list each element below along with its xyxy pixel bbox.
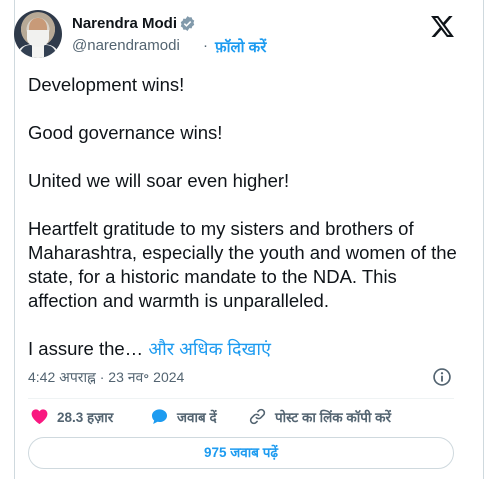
author-name[interactable]: Narendra Modi (72, 15, 177, 32)
reply-label: जवाब दें (177, 409, 217, 425)
tweet-actions: 28.3 हज़ार जवाब दें पोस्ट का लिंक कॉपी क… (28, 407, 458, 429)
tweet-text: Development wins! Good governance wins! … (28, 73, 468, 361)
read-replies-button[interactable]: 975 जवाब पढ़ें (28, 437, 454, 469)
tweet-paragraph: Heartfelt gratitude to my sisters and br… (28, 218, 457, 311)
divider (28, 398, 454, 399)
tweet-paragraph: Development wins! (28, 74, 185, 95)
tweet-paragraph: United we will soar even higher! (28, 170, 290, 191)
show-more-link[interactable]: और अधिक दिखाएं (148, 339, 271, 359)
author-handle[interactable]: @narendramodi (72, 37, 180, 54)
like-button[interactable]: 28.3 हज़ार (30, 407, 113, 426)
author-avatar[interactable] (14, 10, 62, 58)
tweet-header: Narendra Modi @narendramodi · फ़ॉलो करें (14, 10, 454, 60)
tweet-timestamp[interactable]: 4:42 अपराह्न · 23 नव॰ 2024 (28, 368, 184, 387)
tweet-paragraph: Good governance wins! (28, 122, 223, 143)
verified-badge-icon (180, 16, 195, 31)
heart-icon (31, 409, 48, 425)
tweet-paragraph-truncated: I assure the… और अधिक दिखाएं (28, 337, 468, 361)
x-logo-icon[interactable] (431, 16, 454, 37)
link-icon (249, 408, 266, 425)
copy-link-label: पोस्ट का लिंक कॉपी करें (275, 409, 392, 425)
info-icon[interactable] (432, 367, 452, 387)
separator-dot: · (203, 37, 208, 54)
truncated-text: I assure the… (28, 338, 144, 359)
copy-link-button[interactable]: पोस्ट का लिंक कॉपी करें (248, 407, 391, 426)
reply-button[interactable]: जवाब दें (150, 407, 217, 426)
follow-button[interactable]: फ़ॉलो करें (215, 37, 266, 57)
reply-bubble-icon (151, 409, 168, 425)
likes-count: 28.3 हज़ार (57, 409, 114, 425)
